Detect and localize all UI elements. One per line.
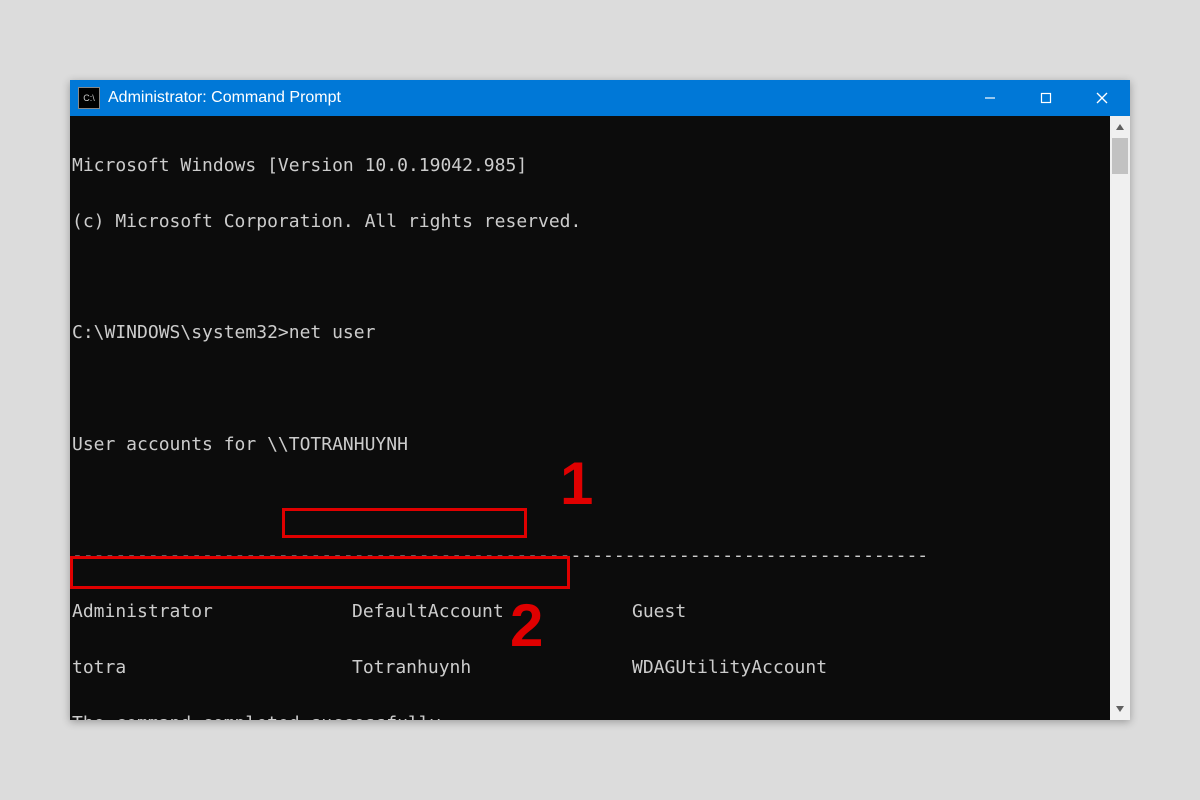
scroll-down-arrow-icon[interactable]	[1110, 698, 1130, 720]
blank-line	[72, 263, 1110, 291]
user-cell: Guest	[632, 598, 912, 626]
users-row: totraTotranhuynhWDAGUtilityAccount	[72, 654, 1110, 682]
close-button[interactable]	[1074, 80, 1130, 116]
accounts-header: User accounts for \\TOTRANHUYNH	[72, 431, 1110, 459]
blank-line	[72, 375, 1110, 403]
prompt-line-1: C:\WINDOWS\system32>net user	[72, 319, 1110, 347]
window-title: Administrator: Command Prompt	[108, 89, 962, 107]
user-cell: totra	[72, 654, 352, 682]
user-cell: Administrator	[72, 598, 352, 626]
command-prompt-window: C:\ Administrator: Command Prompt Micros…	[70, 80, 1130, 720]
blank-line	[72, 487, 1110, 515]
annotation-overlay: 1 2	[70, 116, 1110, 720]
window-controls	[962, 80, 1130, 116]
separator-line: ----------------------------------------…	[72, 542, 1110, 570]
scroll-up-arrow-icon[interactable]	[1110, 116, 1130, 138]
minimize-button[interactable]	[962, 80, 1018, 116]
success-line: The command completed successfully.	[72, 710, 1110, 720]
terminal-output[interactable]: Microsoft Windows [Version 10.0.19042.98…	[70, 116, 1110, 720]
user-cell: WDAGUtilityAccount	[632, 654, 912, 682]
copyright-line: (c) Microsoft Corporation. All rights re…	[72, 208, 1110, 236]
user-cell: DefaultAccount	[352, 598, 632, 626]
os-version-line: Microsoft Windows [Version 10.0.19042.98…	[72, 152, 1110, 180]
titlebar[interactable]: C:\ Administrator: Command Prompt	[70, 80, 1130, 116]
app-icon: C:\	[78, 87, 100, 109]
users-row: AdministratorDefaultAccountGuest	[72, 598, 1110, 626]
vertical-scrollbar[interactable]	[1110, 116, 1130, 720]
maximize-button[interactable]	[1018, 80, 1074, 116]
scroll-thumb[interactable]	[1112, 138, 1128, 174]
scroll-track[interactable]	[1110, 138, 1130, 698]
user-cell: Totranhuynh	[352, 654, 632, 682]
prompt-path: C:\WINDOWS\system32>	[72, 322, 289, 343]
terminal-body: Microsoft Windows [Version 10.0.19042.98…	[70, 116, 1130, 720]
prompt-command: net user	[289, 322, 376, 343]
